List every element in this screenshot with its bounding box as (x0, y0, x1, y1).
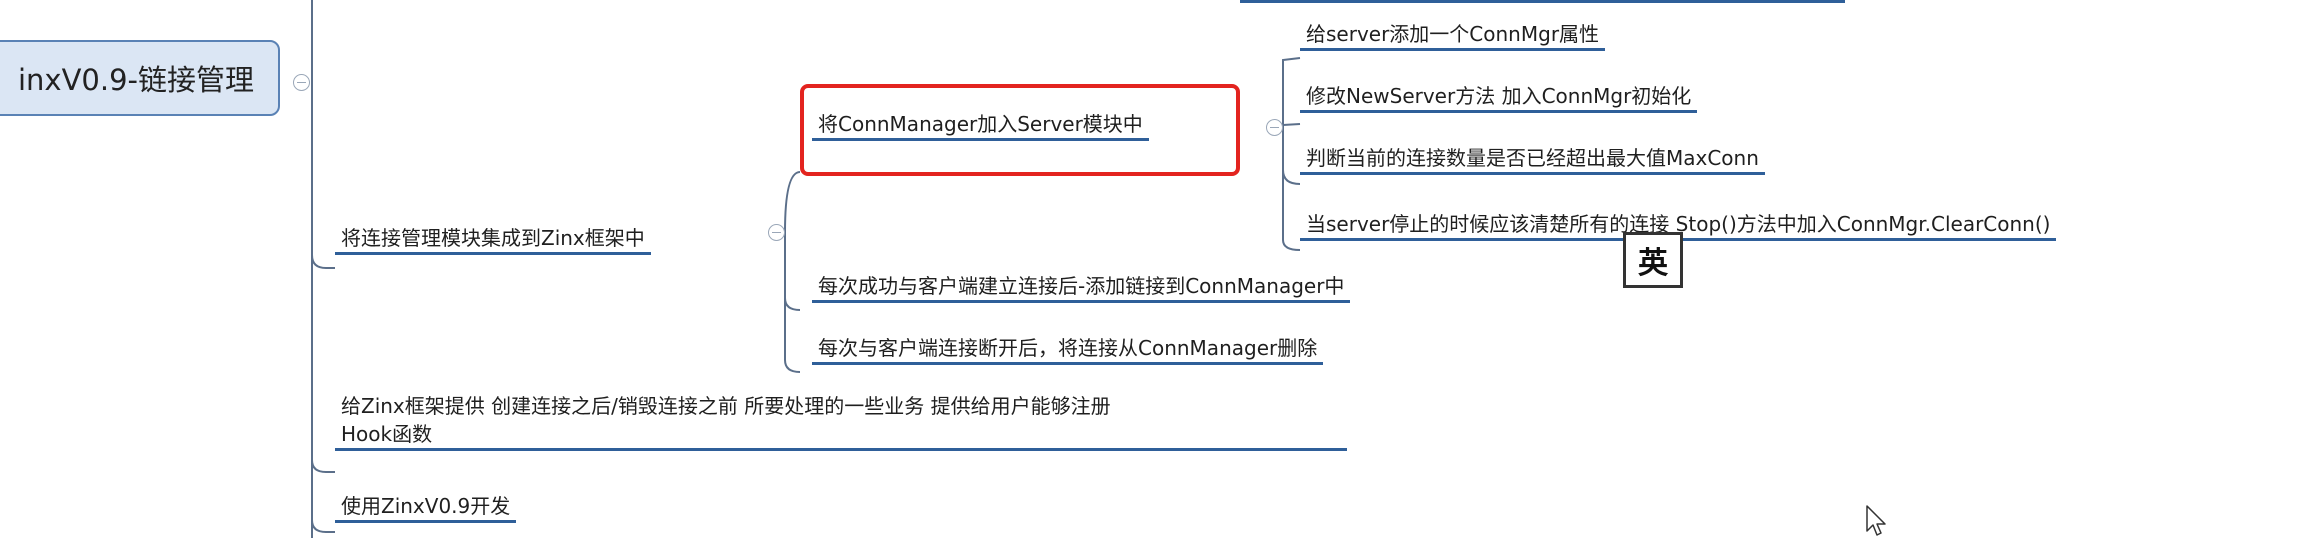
branch-node-hook-functions-line1: 给Zinx框架提供 创建连接之后/销毁连接之前 所要处理的一些业务 提供给用户能… (341, 394, 1111, 418)
connector-child-2 (784, 297, 801, 311)
upper-node-underline (1240, 0, 1845, 3)
ime-language-badge[interactable]: 英 (1623, 232, 1683, 288)
grandchild-node-check-maxconn-label: 判断当前的连接数量是否已经超出最大值MaxConn (1306, 146, 1759, 170)
connector-branch-2 (311, 459, 335, 473)
connector-grandchild-3 (1282, 169, 1301, 185)
grandchild-node-add-connmgr-attr-label: 给server添加一个ConnMgr属性 (1306, 22, 1600, 46)
mouse-pointer-icon (1866, 505, 1886, 536)
child-node-add-link-on-connect[interactable]: 每次成功与客户端建立连接后-添加链接到ConnManager中 (812, 272, 1351, 303)
root-node[interactable]: inxV0.9-链接管理 (0, 40, 280, 116)
branch-node-use-zinx-v09[interactable]: 使用ZinxV0.9开发 (335, 492, 517, 523)
branch-1-trunk-lower (784, 232, 801, 373)
connector-branch-3 (311, 519, 335, 533)
branch-node-hook-functions-line2: Hook函数 (341, 422, 433, 446)
grandchild-node-modify-newserver-label: 修改NewServer方法 加入ConnMgr初始化 (1306, 84, 1692, 108)
grandchild-node-add-connmgr-attr[interactable]: 给server添加一个ConnMgr属性 (1300, 20, 1606, 51)
grandchild-node-modify-newserver[interactable]: 修改NewServer方法 加入ConnMgr初始化 (1300, 82, 1698, 113)
connector-branch-1 (311, 254, 335, 269)
branch-node-integrate-conn-mgr-label: 将连接管理模块集成到Zinx框架中 (341, 226, 645, 250)
child-1-collapse-toggle-icon[interactable] (1266, 119, 1283, 136)
branch-node-hook-functions[interactable]: 给Zinx框架提供 创建连接之后/销毁连接之前 所要处理的一些业务 提供给用户能… (335, 392, 1347, 451)
branch-node-use-zinx-v09-label: 使用ZinxV0.9开发 (341, 494, 511, 518)
child-1-trunk (1282, 57, 1301, 128)
grandchild-node-check-maxconn[interactable]: 判断当前的连接数量是否已经超出最大值MaxConn (1300, 144, 1765, 175)
branch-1-trunk (784, 171, 801, 233)
child-node-remove-link-on-disconnect[interactable]: 每次与客户端连接断开后，将连接从ConnManager删除 (812, 334, 1324, 365)
mindmap-canvas: inxV0.9-链接管理 将连接管理模块集成到Zinx框架中 将ConnMana… (0, 0, 2304, 540)
branch-node-integrate-conn-mgr[interactable]: 将连接管理模块集成到Zinx框架中 (335, 224, 651, 255)
branch-1-collapse-toggle-icon[interactable] (768, 224, 785, 241)
mindmap-connectors (311, 0, 1301, 538)
ime-language-badge-label: 英 (1638, 246, 1668, 281)
child-1-trunk-lower (1282, 128, 1301, 251)
child-node-add-link-on-connect-label: 每次成功与客户端建立连接后-添加链接到ConnManager中 (818, 274, 1345, 298)
child-node-remove-link-on-disconnect-label: 每次与客户端连接断开后，将连接从ConnManager删除 (818, 336, 1318, 360)
root-node-label: inxV0.9-链接管理 (17, 63, 255, 97)
root-collapse-toggle-icon[interactable] (293, 74, 310, 91)
red-highlight-box (800, 84, 1240, 176)
connector-grandchild-2 (1282, 123, 1301, 126)
